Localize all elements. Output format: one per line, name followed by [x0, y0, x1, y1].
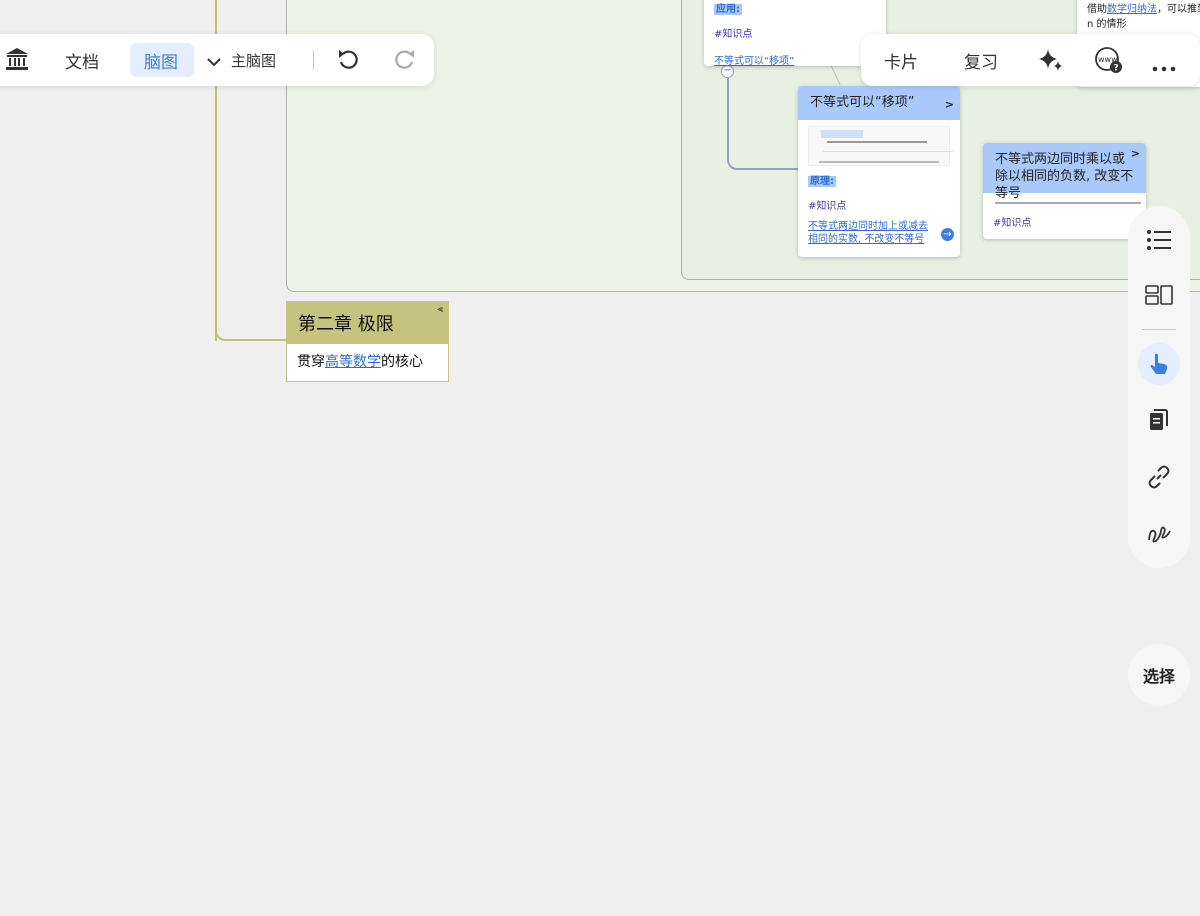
redo-icon[interactable] — [393, 48, 417, 76]
knowledge-tag[interactable]: #知识点 — [714, 25, 876, 40]
copy-icon[interactable] — [1138, 399, 1180, 441]
review-button[interactable]: 复习 — [964, 34, 998, 86]
card-title: 不等式可以“移项” — [810, 95, 915, 110]
side-divider — [1142, 329, 1176, 330]
chapter-title: 第二章 极限 — [298, 314, 394, 335]
svg-text:?: ? — [1114, 64, 1119, 74]
card-inequality-negative[interactable]: 不等式两边同时乘以或除以相同的负数, 改变不等号 > #知识点 — [983, 143, 1146, 239]
pointer-icon[interactable] — [1138, 343, 1180, 385]
apply-label: 应用: — [714, 4, 742, 15]
list-icon[interactable] — [1138, 219, 1180, 261]
card-inequality-move[interactable]: 不等式可以“移项” > 原理: #知识点 不等式两边同时加上或减去相同的实数, … — [798, 86, 960, 257]
move-card-connector — [727, 72, 799, 170]
bank-icon[interactable] — [4, 46, 30, 76]
expand-chevron-icon[interactable]: > — [945, 88, 954, 122]
chapter-body-prefix: 贯穿 — [297, 354, 325, 370]
formula-image — [993, 199, 1141, 207]
undo-icon[interactable] — [336, 48, 360, 76]
chapter-node[interactable]: 第二章 极限 ⫷ 贯穿高等数学的核心 — [286, 301, 449, 382]
top-card[interactable]: 应用: #知识点 不等式可以“移项” — [704, 0, 886, 66]
chapter-body-suffix: 的核心 — [381, 354, 423, 370]
card-link[interactable]: 不等式可以“移项” — [714, 56, 794, 66]
sparkle-icon[interactable] — [1037, 46, 1065, 78]
top-toolbar: 文档 脑图 主脑图 — [0, 34, 434, 86]
formula-image — [808, 126, 953, 166]
top-right-toolbar: 卡片 复习 www? — [861, 34, 1200, 86]
side-tool-panel — [1128, 206, 1190, 568]
tab-mindmap[interactable]: 脑图 — [144, 34, 178, 86]
main-map-selector[interactable]: 主脑图 — [231, 34, 276, 86]
chevron-down-icon[interactable] — [206, 53, 222, 72]
knowledge-tag[interactable]: #知识点 — [993, 214, 1136, 229]
knowledge-tag[interactable]: #知识点 — [808, 197, 950, 212]
select-button[interactable]: 选择 — [1128, 644, 1190, 706]
branch-icon[interactable]: ⫷ — [437, 304, 443, 315]
collapse-toggle[interactable]: − — [721, 65, 734, 78]
chapter-body-link[interactable]: 高等数学 — [325, 354, 381, 370]
more-icon[interactable] — [1152, 57, 1176, 76]
edge-text-suffix: ，可以推到 — [1157, 4, 1200, 15]
tab-document[interactable]: 文档 — [65, 34, 99, 86]
edge-text-link[interactable]: 数学归纳法 — [1107, 4, 1157, 15]
link-icon[interactable] — [1138, 456, 1180, 498]
edge-text-line2: n 的情形 — [1087, 19, 1127, 30]
chapter-connector — [215, 329, 287, 341]
edge-text-prefix: 借助 — [1087, 4, 1107, 15]
scribble-icon[interactable] — [1138, 511, 1180, 553]
arrow-right-icon[interactable]: → — [941, 228, 954, 241]
layout-icon[interactable] — [1138, 274, 1180, 316]
principle-label: 原理: — [808, 176, 836, 187]
expand-chevron-icon[interactable]: > — [1131, 145, 1140, 162]
card-link[interactable]: 不等式两边同时加上或减去相同的实数, 不改变不等号 — [808, 221, 928, 245]
cards-button[interactable]: 卡片 — [884, 34, 918, 86]
web-help-icon[interactable]: www? — [1094, 46, 1124, 78]
toolbar-divider — [313, 50, 314, 70]
